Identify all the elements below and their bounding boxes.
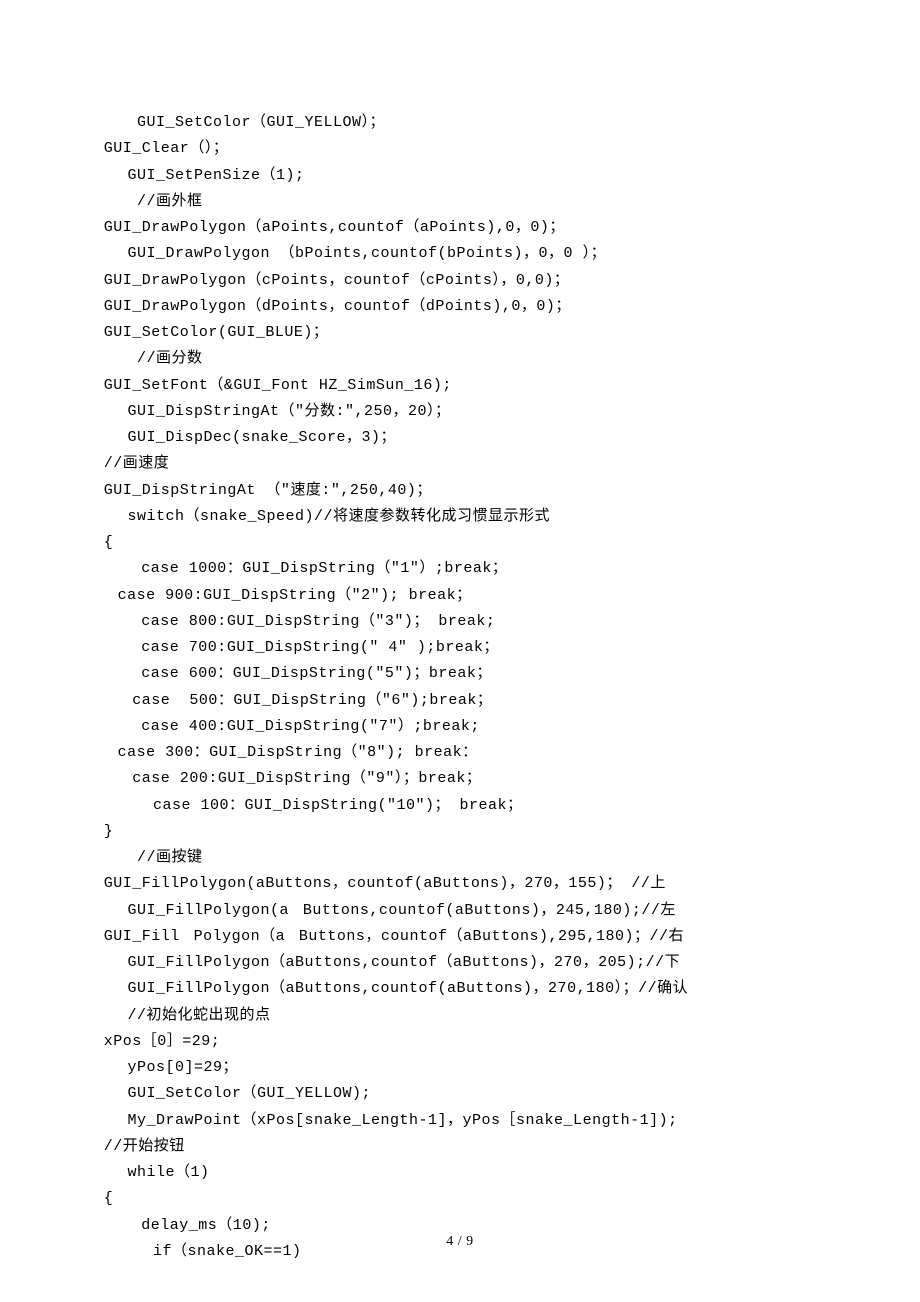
code-line: case 100：GUI_DispString("10")； break； [90,793,830,819]
code-line: //画按键 [90,845,830,871]
code-line: ﾠGUI_SetColor(GUI_BLUE)； [90,320,830,346]
code-line: while（1) [90,1160,830,1186]
code-line: GUI_SetColor（GUI_YELLOW）； [90,110,830,136]
code-line: GUI_FillPolygon(aﾠButtons,countof(aButto… [90,898,830,924]
code-line: ﾠcase 700:GUI_DispString(" 4" );break； [90,635,830,661]
code-line: GUI_DrawPolygon （bPoints,countof(bPoints… [90,241,830,267]
code-line: ﾠcase 600：GUI_DispString("5")；break； [90,661,830,687]
code-line: ﾠ//开始按钮 [90,1134,830,1160]
code-line: //画外框 [90,189,830,215]
code-line: ﾠxPos［0］=29; [90,1029,830,1055]
code-line: //初始化蛇出现的点 [90,1003,830,1029]
code-line: ﾠ{ [90,530,830,556]
code-line: ﾠGUI_FillﾠPolygon（aﾠButtons，countof（aBut… [90,924,830,950]
code-line: GUI_DispDec(snake_Score，3)； [90,425,830,451]
code-line: ﾠGUI_Clear（）； [90,136,830,162]
code-line: ﾠGUI_DrawPolygon（cPoints，countof（cPoints… [90,268,830,294]
code-line: ﾠ{ [90,1186,830,1212]
code-line: ﾠGUI_DrawPolygon（aPoints,countof（aPoints… [90,215,830,241]
code-line: GUI_SetPenSize（1); [90,163,830,189]
code-line: ﾠ case 500：GUI_DispString（"6");break； [90,688,830,714]
code-block: GUI_SetColor（GUI_YELLOW）；ﾠGUI_Clear（）；GU… [90,110,830,1265]
code-line: GUI_FillPolygon（aButtons,countof（aButton… [90,950,830,976]
code-line: ﾠﾠcase 300：GUI_DispString（"8"); break： [90,740,830,766]
code-line: GUI_FillPolygon（aButtons,countof(aButton… [90,976,830,1002]
code-line: ﾠ case 200:GUI_DispString（"9"）；break； [90,766,830,792]
code-line: ﾠ//画速度 [90,451,830,477]
code-line: GUI_DispStringAt（"分数:",250，20）； [90,399,830,425]
code-line: ﾠGUI_FillPolygon(aButtons，countof(aButto… [90,871,830,897]
code-line: ﾠGUI_DrawPolygon（dPoints，countof（dPoints… [90,294,830,320]
code-line: ﾠcase 800:GUI_DispString（"3")； break; [90,609,830,635]
code-line: yPos[0]=29； [90,1055,830,1081]
code-line: ﾠGUI_SetFont（&GUI_Font HZ_SimSun_16); [90,373,830,399]
code-line: ﾠcase 1000：GUI_DispString（"1"）;break； [90,556,830,582]
document-page: GUI_SetColor（GUI_YELLOW）；ﾠGUI_Clear（）；GU… [0,0,920,1302]
code-line: GUI_SetColor（GUI_YELLOW); [90,1081,830,1107]
code-line: ﾠ} [90,819,830,845]
code-line: switch（snake_Speed)//将速度参数转化成习惯显示形式 [90,504,830,530]
code-line: ﾠcase 400:GUI_DispString("7"）;break; [90,714,830,740]
page-number: 4 / 9 [0,1230,920,1255]
code-line: ﾠGUI_DispStringAt （"速度:",250,40)； [90,478,830,504]
code-line: My_DrawPoint（xPos[snake_Length-1]，yPos［s… [90,1108,830,1134]
code-line: ﾠﾠcase 900:GUI_DispString（"2"); break； [90,583,830,609]
code-line: //画分数 [90,346,830,372]
